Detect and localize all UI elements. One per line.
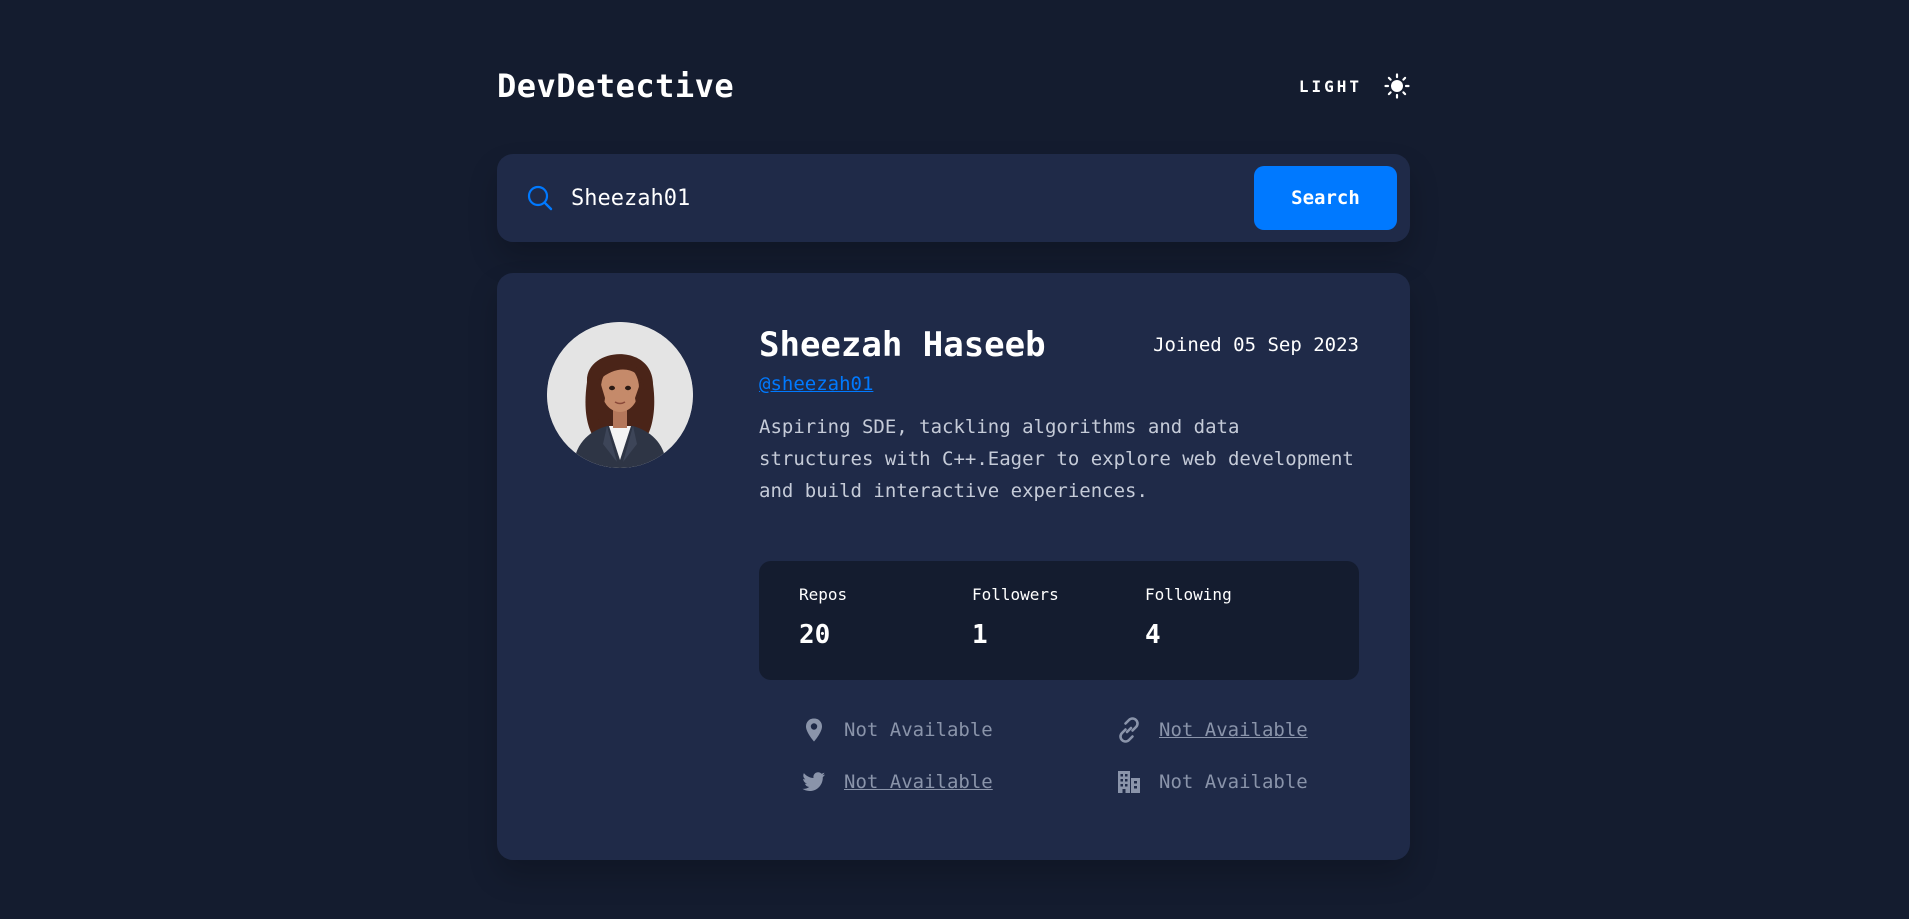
- location-item: Not Available: [801, 717, 993, 743]
- company-item: Not Available: [1116, 769, 1308, 795]
- location-text: Not Available: [844, 719, 993, 741]
- twitter-link[interactable]: Not Available: [844, 771, 993, 793]
- search-icon: [527, 185, 553, 211]
- stat-repos: Repos 20: [799, 585, 972, 680]
- app-title: DevDetective: [497, 67, 735, 105]
- stat-followers: Followers 1: [972, 585, 1145, 680]
- profile-name: Sheezah Haseeb: [759, 325, 1046, 365]
- stat-value: 4: [1145, 620, 1161, 650]
- page: DevDetective LIGHT Sheezah01 Search Shee…: [0, 0, 1909, 919]
- profile-info: Sheezah Haseeb Joined 05 Sep 2023 @sheez…: [759, 325, 1359, 507]
- theme-toggle-label: LIGHT: [1298, 76, 1362, 96]
- profile-username-link[interactable]: @sheezah01: [759, 373, 873, 395]
- stat-value: 20: [799, 620, 831, 650]
- search-button[interactable]: Search: [1254, 166, 1397, 230]
- twitter-icon: [802, 772, 825, 791]
- stat-label: Repos: [799, 585, 848, 604]
- link-icon: [1119, 717, 1139, 743]
- blog-item: Not Available: [1116, 717, 1308, 743]
- app-header: DevDetective LIGHT: [497, 64, 1410, 108]
- location-pin-icon: [806, 718, 822, 742]
- twitter-item: Not Available: [801, 769, 993, 795]
- profile-card: Sheezah Haseeb Joined 05 Sep 2023 @sheez…: [497, 273, 1410, 860]
- stat-following: Following 4: [1145, 585, 1318, 680]
- sun-icon: [1384, 73, 1410, 99]
- stat-label: Followers: [972, 585, 1059, 604]
- theme-toggle-button[interactable]: LIGHT: [1299, 73, 1410, 99]
- stat-label: Following: [1145, 585, 1232, 604]
- search-input[interactable]: [571, 168, 1254, 228]
- name-row: Sheezah Haseeb Joined 05 Sep 2023: [759, 325, 1359, 365]
- blog-link[interactable]: Not Available: [1159, 719, 1308, 741]
- company-text: Not Available: [1159, 771, 1308, 793]
- avatar: [547, 322, 693, 468]
- stats-panel: Repos 20 Followers 1 Following 4: [759, 561, 1359, 680]
- search-bar: Search: [497, 154, 1410, 242]
- profile-bio: Aspiring SDE, tackling algorithms and da…: [759, 416, 1354, 502]
- avatar-image: [547, 322, 693, 468]
- stat-value: 1: [972, 620, 988, 650]
- joined-date: Joined 05 Sep 2023: [1153, 334, 1359, 356]
- building-icon: [1118, 771, 1140, 793]
